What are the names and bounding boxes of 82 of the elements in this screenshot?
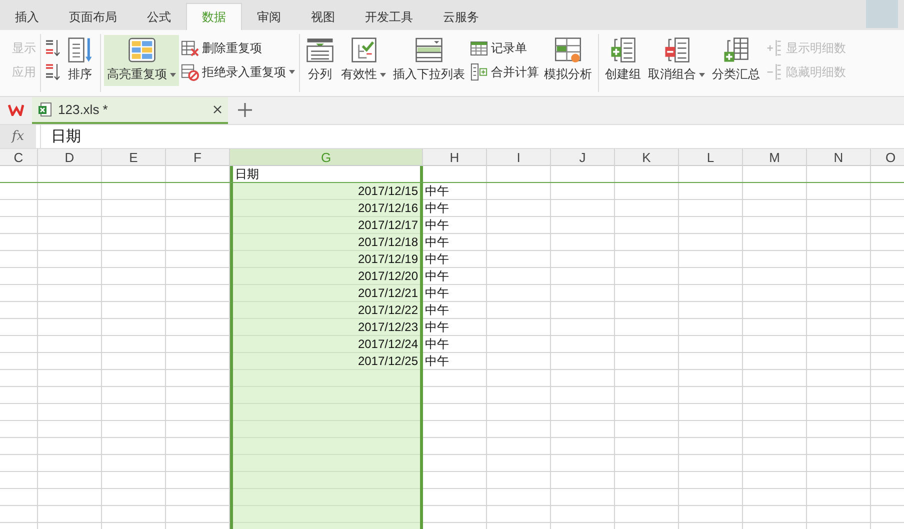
ribbon-button[interactable]: 分列 xyxy=(303,35,337,86)
ribbon-button[interactable]: 高亮重复项 xyxy=(104,35,179,86)
formula-field[interactable]: 日期 xyxy=(40,125,904,148)
column-header[interactable]: O xyxy=(871,149,904,166)
table-cell-text: 中午 xyxy=(424,251,450,267)
menu-tab[interactable]: 公式 xyxy=(132,4,186,30)
table-cell-text: 2017/12/20 xyxy=(356,268,419,284)
add-tab-icon[interactable] xyxy=(238,103,252,117)
colored-grid-icon xyxy=(128,37,156,63)
column-header[interactable]: N xyxy=(807,149,871,166)
column-header[interactable]: K xyxy=(615,149,679,166)
menu-tab[interactable]: 云服务 xyxy=(428,4,494,30)
ribbon-button[interactable]: 删除重复项 xyxy=(181,37,295,59)
table-x-icon xyxy=(181,39,199,57)
table-cell-text: 中午 xyxy=(424,336,450,352)
table-icon xyxy=(554,37,582,63)
sort-icon xyxy=(66,37,94,63)
sort-ascending-icon xyxy=(45,39,61,57)
column-header[interactable]: F xyxy=(166,149,230,166)
icon-button[interactable] xyxy=(45,37,61,59)
table-cell-text: 2017/12/17 xyxy=(356,217,419,233)
table-cell-text: 2017/12/21 xyxy=(356,285,419,301)
table-cell-text: 中午 xyxy=(424,353,450,369)
list-icon xyxy=(415,37,443,63)
column-header[interactable]: I xyxy=(487,149,551,166)
column-header[interactable]: M xyxy=(743,149,807,166)
group-plus-icon xyxy=(609,37,637,63)
ribbon-button[interactable]: 合并计算 xyxy=(470,61,539,83)
group-minus-icon xyxy=(662,37,690,63)
table-cell-text: 中午 xyxy=(424,319,450,335)
ribbon-button[interactable]: 拒绝录入重复项 xyxy=(181,61,295,83)
column-header[interactable]: D xyxy=(38,149,102,166)
column-header[interactable]: H xyxy=(423,149,487,166)
document-tab[interactable]: 123.xls * xyxy=(32,97,228,124)
table-cell-text: 中午 xyxy=(424,217,450,233)
table-cell-text: 中午 xyxy=(424,285,450,301)
ribbon-button[interactable]: 取消组合 xyxy=(645,35,708,86)
table-cell-text: 中午 xyxy=(424,234,450,250)
table-cell-text: 中午 xyxy=(424,268,450,284)
table-cell-text: 中午 xyxy=(424,183,450,199)
menu-tab[interactable]: 视图 xyxy=(296,4,350,30)
function-label[interactable]: fx xyxy=(0,125,36,148)
column-header[interactable]: J xyxy=(551,149,615,166)
ribbon-button[interactable]: 插入下拉列表 xyxy=(390,35,468,86)
table-cell-text: 2017/12/23 xyxy=(356,319,419,335)
table-icon xyxy=(470,39,488,57)
sort-descending-icon xyxy=(45,63,61,81)
ribbon-button[interactable]: 记录单 xyxy=(470,37,539,59)
image-placeholder xyxy=(866,0,898,28)
table-cell-text: 2017/12/25 xyxy=(356,353,419,369)
spreadsheet-file-icon xyxy=(38,102,52,117)
table-cell-text: 中午 xyxy=(424,302,450,318)
table-cell-text: 2017/12/15 xyxy=(356,183,419,199)
table-cell-text: 2017/12/18 xyxy=(356,234,419,250)
table-cell-text: 2017/12/24 xyxy=(356,336,419,352)
table-cell: 日期 xyxy=(233,166,420,182)
icon-button[interactable] xyxy=(45,61,61,83)
table-cell-text: 2017/12/22 xyxy=(356,302,419,318)
plus-lines-icon xyxy=(765,39,783,57)
ribbon-button[interactable]: 模拟分析 xyxy=(541,35,595,86)
minus-lines-icon xyxy=(765,63,783,81)
menu-tab[interactable]: 页面布局 xyxy=(54,4,132,30)
column-header[interactable]: L xyxy=(679,149,743,166)
ribbon-button[interactable]: 有效性 xyxy=(338,35,389,86)
ribbon-button[interactable]: 排序 xyxy=(63,35,97,86)
table-prohibit-icon xyxy=(181,63,199,81)
menu-tab[interactable]: 插入 xyxy=(0,4,54,30)
ribbon-button[interactable]: 创建组 xyxy=(602,35,644,86)
menu-tab[interactable]: 开发工具 xyxy=(350,4,428,30)
column-header[interactable]: E xyxy=(102,149,166,166)
checklist-icon xyxy=(350,37,378,63)
split-columns-icon xyxy=(306,37,334,63)
table-plus-icon xyxy=(722,37,750,63)
merge-icon xyxy=(470,63,488,81)
table-cell-text: 2017/12/19 xyxy=(356,251,419,267)
menu-tab[interactable]: 审阅 xyxy=(242,4,296,30)
close-icon[interactable] xyxy=(213,105,222,114)
logo-icon xyxy=(8,104,24,116)
ribbon-button[interactable]: 分类汇总 xyxy=(709,35,763,86)
table-cell-text: 2017/12/16 xyxy=(356,200,419,216)
table-cell-text: 中午 xyxy=(424,200,450,216)
column-header[interactable]: C xyxy=(0,149,38,166)
